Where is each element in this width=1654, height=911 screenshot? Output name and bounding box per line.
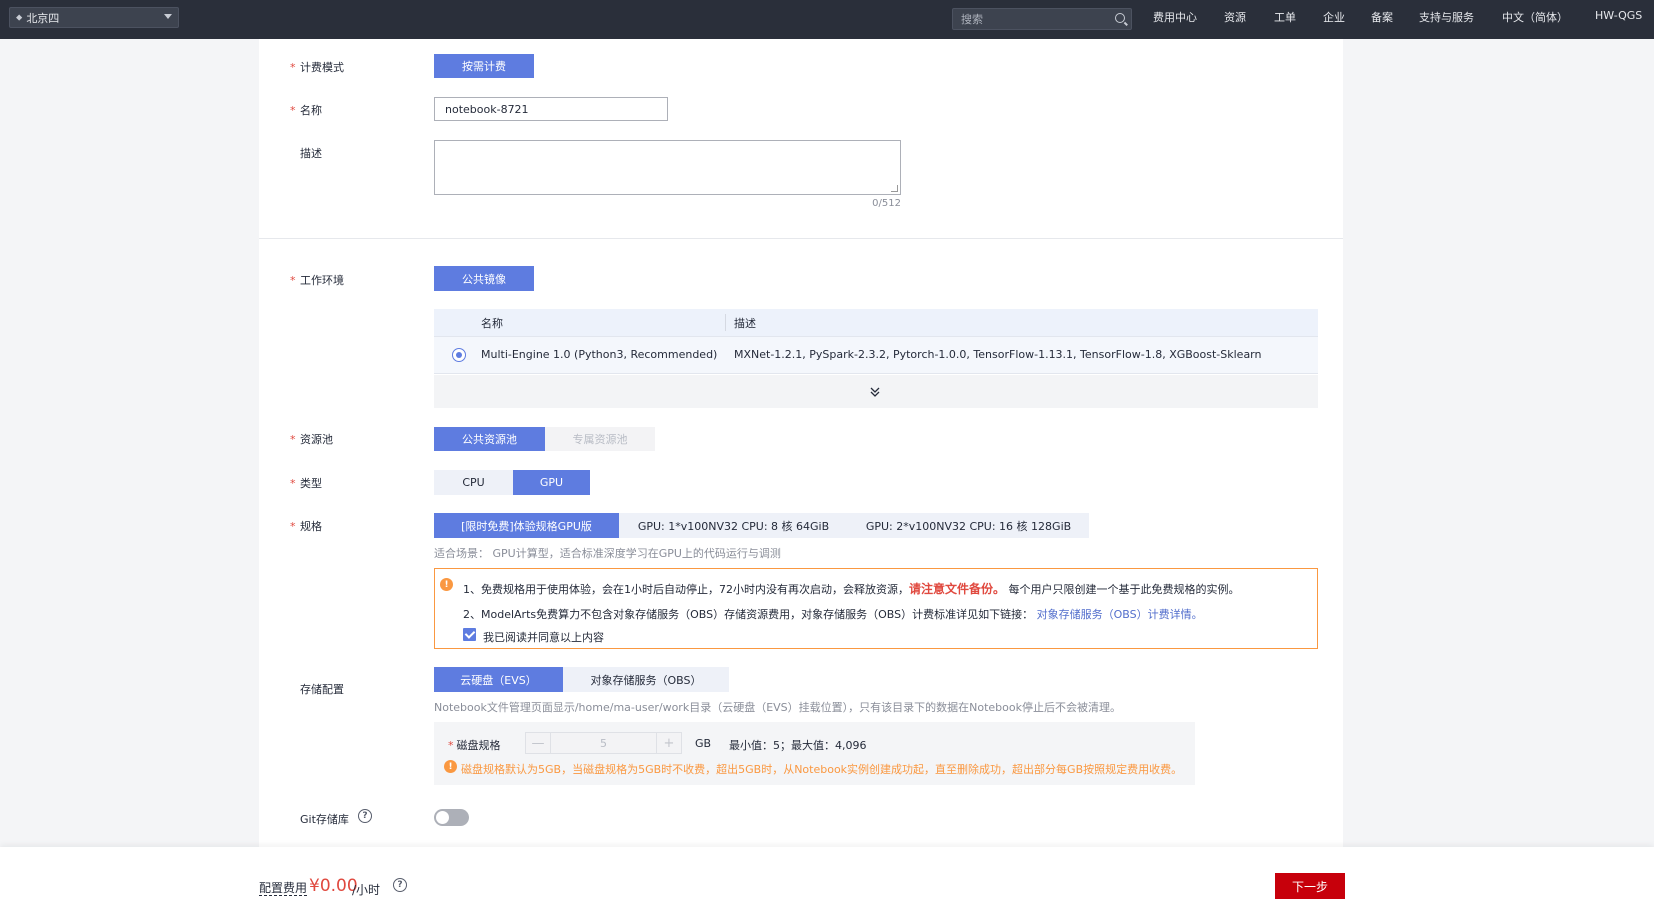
spec-hint: 适合场景： GPU计算型，适合标准深度学习在GPU上的代码运行与调测 <box>434 547 781 560</box>
spec-free-gpu-button[interactable]: [限时免费]体验规格GPU版 <box>434 513 619 538</box>
billing-mode-label: * 计费模式 <box>290 61 344 74</box>
location-pin-icon: ⬥ <box>16 12 23 23</box>
disk-spec-label: * 磁盘规格 <box>448 739 501 752</box>
storage-hint: Notebook文件管理页面显示/home/ma-user/work目录（云硬盘… <box>434 701 1121 714</box>
storage-evs-button[interactable]: 云硬盘（EVS） <box>434 667 563 692</box>
nav-filing[interactable]: 备案 <box>1371 9 1393 25</box>
disk-size-value[interactable]: 5 <box>550 733 657 753</box>
section-divider <box>259 238 1343 239</box>
search-placeholder: 搜索 <box>961 13 983 26</box>
next-step-button[interactable]: 下一步 <box>1275 873 1345 899</box>
search-input[interactable]: 搜索 <box>952 8 1132 30</box>
public-image-button[interactable]: 公共镜像 <box>434 266 534 291</box>
warning-line-1: 1、免费规格用于使用体验，会在1小时后自动停止，72小时内没有再次启动，会释放资… <box>463 582 1240 596</box>
help-icon[interactable]: ? <box>358 809 372 823</box>
image-desc-cell: MXNet-1.2.1, PySpark-2.3.2, Pytorch-1.0.… <box>734 348 1262 361</box>
work-env-label: * 工作环境 <box>290 274 344 287</box>
name-input[interactable]: notebook-8721 <box>434 97 668 121</box>
image-table-header <box>434 309 1318 336</box>
resource-pool-label: * 资源池 <box>290 433 333 446</box>
git-label: Git存储库 <box>300 813 349 826</box>
nav-enterprise[interactable]: 企业 <box>1323 9 1345 25</box>
table-header-name: 名称 <box>481 317 503 330</box>
spec-1v100-button[interactable]: GPU: 1*v100NV32 CPU: 8 核 64GiB <box>619 513 848 538</box>
type-gpu-button[interactable]: GPU <box>513 470 590 495</box>
git-toggle[interactable] <box>434 809 469 826</box>
image-name-cell: Multi-Engine 1.0 (Python3, Recommended) <box>481 348 718 361</box>
fee-value: ¥0.00 <box>309 876 358 896</box>
footer-bar <box>0 847 1654 911</box>
storage-obs-button[interactable]: 对象存储服务（OBS） <box>563 667 729 692</box>
billing-on-demand-button[interactable]: 按需计费 <box>434 54 534 78</box>
fee-unit: /小时 <box>352 883 381 897</box>
nav-resources[interactable]: 资源 <box>1224 9 1246 25</box>
name-label: * 名称 <box>290 104 322 117</box>
disk-unit: GB <box>695 737 712 750</box>
chevron-down-icon <box>164 14 172 19</box>
public-pool-button[interactable]: 公共资源池 <box>434 427 545 451</box>
type-label: * 类型 <box>290 477 322 490</box>
description-counter: 0/512 <box>872 198 901 209</box>
table-header-desc: 描述 <box>734 317 756 330</box>
type-cpu-button[interactable]: CPU <box>434 470 513 495</box>
column-separator <box>725 314 726 331</box>
search-icon[interactable] <box>1115 13 1125 23</box>
top-navigation-bar: ⬥ 北京四 搜索 费用中心 资源 工单 企业 备案 支持与服务 中文（简体） H… <box>0 0 1654 39</box>
warning-line-2: 2、ModelArts免费算力不包含对象存储服务（OBS）存储资源费用，对象存储… <box>463 608 1203 621</box>
agree-label[interactable]: 我已阅读并同意以上内容 <box>483 629 604 645</box>
nav-support[interactable]: 支持与服务 <box>1419 9 1474 25</box>
disk-note: 磁盘规格默认为5GB，当磁盘规格为5GB时不收费，超出5GB时，从Noteboo… <box>461 763 1183 776</box>
description-label: 描述 <box>300 147 322 160</box>
obs-pricing-link[interactable]: 对象存储服务（OBS）计费详情。 <box>1037 608 1203 621</box>
increment-button[interactable]: + <box>657 733 681 753</box>
disk-warning-icon: ! <box>444 760 457 773</box>
fee-label: 配置费用 <box>259 881 308 896</box>
nav-account[interactable]: HW-QGS <box>1595 9 1642 22</box>
storage-label: 存储配置 <box>300 683 344 696</box>
decrement-button[interactable]: — <box>526 733 550 753</box>
agree-checkbox[interactable] <box>463 628 476 641</box>
warning-icon: ! <box>440 578 453 591</box>
spec-label: * 规格 <box>290 520 322 533</box>
region-selector[interactable]: ⬥ 北京四 <box>9 7 179 28</box>
spec-2v100-button[interactable]: GPU: 2*v100NV32 CPU: 16 核 128GiB <box>848 513 1089 538</box>
nav-tickets[interactable]: 工单 <box>1274 9 1296 25</box>
dedicated-pool-button[interactable]: 专属资源池 <box>545 427 655 451</box>
disk-range: 最小值：5；最大值：4,096 <box>729 739 867 752</box>
description-textarea[interactable] <box>434 140 901 195</box>
resize-grip-icon[interactable] <box>891 185 898 192</box>
nav-billing-center[interactable]: 费用中心 <box>1153 9 1197 25</box>
image-radio-selected[interactable] <box>452 348 466 362</box>
region-label: 北京四 <box>26 11 60 25</box>
fee-help-icon[interactable]: ? <box>393 878 407 892</box>
double-chevron-down-icon[interactable] <box>869 386 881 398</box>
nav-language[interactable]: 中文（简体） <box>1502 9 1568 25</box>
disk-size-stepper[interactable]: — 5 + <box>525 732 682 754</box>
